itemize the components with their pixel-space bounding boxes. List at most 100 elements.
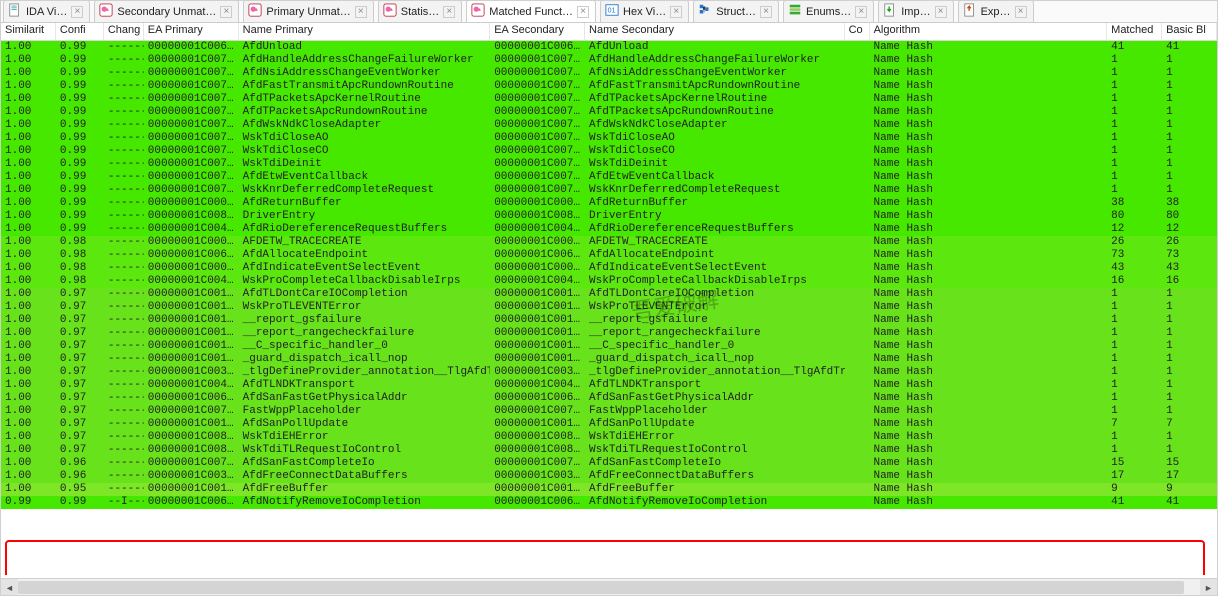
cell: AfdTLDontCareIOCompletion — [239, 288, 491, 301]
column-header-3[interactable]: EA Primary — [144, 23, 239, 40]
cell: 1 — [1107, 106, 1162, 119]
column-header-7[interactable]: Co — [845, 23, 870, 40]
table-row[interactable]: 1.000.99-------00000001C007…AfdFastTrans… — [1, 80, 1217, 93]
table-row[interactable]: 1.000.98-------00000001C000…AfdIndicateE… — [1, 262, 1217, 275]
tab-close-icon[interactable]: × — [1015, 6, 1027, 18]
table-row[interactable]: 1.000.97-------00000001C001…AfdTLDontCar… — [1, 288, 1217, 301]
cell: AfdSanFastGetPhysicalAddr — [239, 392, 491, 405]
tab-close-icon[interactable]: × — [855, 6, 867, 18]
table-row[interactable]: 1.000.99-------00000001C007…WskTdiDeinit… — [1, 158, 1217, 171]
cell: ------- — [104, 171, 144, 184]
horizontal-scrollbar[interactable]: ◄ ► — [1, 578, 1217, 595]
cell: ------- — [104, 262, 144, 275]
table-row[interactable]: 1.000.99-------00000001C007…WskKnrDeferr… — [1, 184, 1217, 197]
table-row[interactable]: 1.000.98-------00000001C006…AfdAllocateE… — [1, 249, 1217, 262]
table-row[interactable]: 1.000.97-------00000001C001…AfdSanPollUp… — [1, 418, 1217, 431]
table-row[interactable]: 1.000.99-------00000001C004…AfdRioDerefe… — [1, 223, 1217, 236]
column-header-8[interactable]: Algorithm — [870, 23, 1108, 40]
table-row[interactable]: 1.000.99-------00000001C000…AfdReturnBuf… — [1, 197, 1217, 210]
table-row[interactable]: 1.000.99-------00000001C007…WskTdiCloseC… — [1, 145, 1217, 158]
cell: 00000001C006… — [490, 392, 585, 405]
tab-1[interactable]: Secondary Unmat…× — [94, 0, 239, 22]
table-row[interactable]: 1.000.99-------00000001C006…AfdUnload000… — [1, 41, 1217, 54]
cell: ------- — [104, 392, 144, 405]
table-row[interactable]: 1.000.99-------00000001C007…AfdHandleAdd… — [1, 54, 1217, 67]
tab-9[interactable]: Exp…× — [958, 0, 1034, 22]
table-row[interactable]: 1.000.97-------00000001C008…WskTdiEHErro… — [1, 431, 1217, 444]
cell: 00000001C001… — [490, 353, 585, 366]
table-row[interactable]: 1.000.97-------00000001C001…_guard_dispa… — [1, 353, 1217, 366]
tab-close-icon[interactable]: × — [443, 6, 455, 18]
cell: ------- — [104, 327, 144, 340]
tab-close-icon[interactable]: × — [670, 6, 682, 18]
tab-close-icon[interactable]: × — [577, 6, 589, 18]
table-row[interactable]: 1.000.97-------00000001C006…AfdSanFastGe… — [1, 392, 1217, 405]
column-header-9[interactable]: Matched — [1107, 23, 1162, 40]
column-header-10[interactable]: Basic Bl — [1162, 23, 1217, 40]
column-header-2[interactable]: Chang — [104, 23, 144, 40]
table-row[interactable]: 1.000.96-------00000001C007…AfdSanFastCo… — [1, 457, 1217, 470]
cell: 00000001C001… — [490, 418, 585, 431]
tab-6[interactable]: Struct…× — [693, 0, 779, 22]
table-row[interactable]: 1.000.97-------00000001C001…__report_ran… — [1, 327, 1217, 340]
table-row[interactable]: 1.000.99-------00000001C007…AfdTPacketsA… — [1, 93, 1217, 106]
cell — [845, 93, 870, 106]
table-row[interactable]: 1.000.95-------00000001C001…AfdFreeBuffe… — [1, 483, 1217, 496]
svg-text:01: 01 — [608, 8, 616, 15]
cell — [845, 444, 870, 457]
tab-close-icon[interactable]: × — [220, 6, 232, 18]
cell: 43 — [1107, 262, 1162, 275]
table-row[interactable]: 1.000.97-------00000001C004…AfdTLNDKTran… — [1, 379, 1217, 392]
cell — [845, 405, 870, 418]
tab-close-icon[interactable]: × — [71, 6, 83, 18]
column-header-1[interactable]: Confi — [56, 23, 104, 40]
scroll-right-button[interactable]: ► — [1200, 579, 1217, 596]
column-header-6[interactable]: Name Secondary — [585, 23, 845, 40]
table-row[interactable]: 1.000.99-------00000001C007…AfdTPacketsA… — [1, 106, 1217, 119]
cell: 1.00 — [1, 288, 56, 301]
tab-close-icon[interactable]: × — [760, 6, 772, 18]
tab-icon-doc — [8, 3, 22, 20]
tab-2[interactable]: Primary Unmat…× — [243, 0, 373, 22]
cell: 00000001C001… — [144, 483, 239, 496]
column-header-4[interactable]: Name Primary — [239, 23, 491, 40]
table-row[interactable]: 1.000.97-------00000001C008…WskTdiTLRequ… — [1, 444, 1217, 457]
table-row[interactable]: 1.000.99-------00000001C007…AfdEtwEventC… — [1, 171, 1217, 184]
tab-icon-bd — [471, 3, 485, 20]
table-row[interactable]: 1.000.98-------00000001C000…AFDETW_TRACE… — [1, 236, 1217, 249]
table-row[interactable]: 1.000.97-------00000001C001…__C_specific… — [1, 340, 1217, 353]
column-header-0[interactable]: Similarit — [1, 23, 56, 40]
table-row[interactable]: 1.000.96-------00000001C003…AfdFreeConne… — [1, 470, 1217, 483]
cell: 00000001C001… — [490, 483, 585, 496]
cell: 1 — [1162, 392, 1217, 405]
tab-7[interactable]: Enums…× — [783, 0, 874, 22]
cell: 00000001C004… — [144, 379, 239, 392]
cell — [845, 431, 870, 444]
table-row[interactable]: 1.000.97-------00000001C007…FastWppPlace… — [1, 405, 1217, 418]
table-row[interactable]: 0.990.99--I----00000001C006…AfdNotifyRem… — [1, 496, 1217, 509]
tab-8[interactable]: Imp…× — [878, 0, 953, 22]
table-row[interactable]: 1.000.97-------00000001C001…WskProTLEVEN… — [1, 301, 1217, 314]
cell: 1 — [1162, 366, 1217, 379]
scroll-thumb[interactable] — [18, 581, 1184, 594]
table-row[interactable]: 1.000.99-------00000001C007…WskTdiCloseA… — [1, 132, 1217, 145]
scroll-left-button[interactable]: ◄ — [1, 579, 18, 596]
table-row[interactable]: 1.000.99-------00000001C007…AfdWskNdkClo… — [1, 119, 1217, 132]
tab-close-icon[interactable]: × — [355, 6, 367, 18]
cell: AfdFreeBuffer — [585, 483, 845, 496]
table-row[interactable]: 1.000.98-------00000001C004…WskProComple… — [1, 275, 1217, 288]
tab-5[interactable]: 01Hex Vi…× — [600, 0, 689, 22]
table-row[interactable]: 1.000.99-------00000001C007…AfdNsiAddres… — [1, 67, 1217, 80]
table-row[interactable]: 1.000.97-------00000001C003…_tlgDefinePr… — [1, 366, 1217, 379]
cell: 7 — [1162, 418, 1217, 431]
cell: Name Hash — [870, 418, 1108, 431]
tab-close-icon[interactable]: × — [935, 6, 947, 18]
table-row[interactable]: 1.000.99-------00000001C008…DriverEntry0… — [1, 210, 1217, 223]
tab-0[interactable]: IDA Vi…× — [3, 0, 90, 22]
tab-3[interactable]: Statis…× — [378, 0, 463, 22]
cell — [845, 158, 870, 171]
cell: Name Hash — [870, 184, 1108, 197]
table-row[interactable]: 1.000.97-------00000001C001…__report_gsf… — [1, 314, 1217, 327]
tab-4[interactable]: Matched Funct…× — [466, 0, 596, 22]
column-header-5[interactable]: EA Secondary — [490, 23, 585, 40]
